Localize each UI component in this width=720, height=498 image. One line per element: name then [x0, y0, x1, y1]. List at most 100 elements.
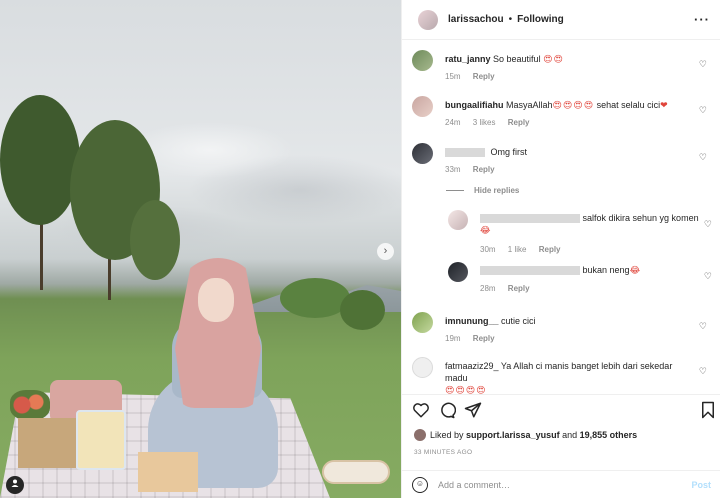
comment-body: cutie cici	[501, 316, 536, 326]
commenter-avatar[interactable]	[448, 210, 468, 230]
commenter-avatar[interactable]	[412, 143, 433, 164]
comment-time[interactable]: 24m	[445, 118, 461, 127]
hide-replies-button[interactable]: Hide replies	[446, 186, 519, 195]
likes-count[interactable]: 19,855 others	[580, 430, 638, 440]
person-face	[198, 278, 234, 322]
comment-username[interactable]: ratu_janny	[445, 54, 491, 64]
comment-username[interactable]: bungaalifiahu	[445, 100, 504, 110]
tree	[340, 290, 385, 330]
comment-meta: 28m Reply	[480, 284, 540, 293]
shoes	[322, 460, 390, 484]
post-button[interactable]: Post	[691, 480, 711, 490]
bookmark-icon[interactable]	[699, 401, 717, 419]
comment-text: imnunung__ cutie cici	[445, 315, 697, 327]
reply-button[interactable]: Reply	[473, 165, 495, 174]
comment: bungaalifiahu MasyaAllah😍😍😍😍 sehat selal…	[412, 96, 717, 132]
heart-icon[interactable]: ♡	[699, 105, 707, 116]
comment-username[interactable]: fatmaaziz29_	[445, 361, 499, 371]
comment-text: fatmaaziz29_ Ya Allah ci manis banget le…	[445, 360, 697, 396]
comment-meta: 19m Reply	[445, 334, 505, 343]
comment-emoji: 😂	[480, 225, 492, 235]
heart-icon[interactable]: ♡	[699, 366, 707, 377]
comment-text: ratu_janny So beautiful 😍😍	[445, 53, 697, 65]
chevron-right-icon[interactable]: ›	[377, 243, 394, 260]
liker-avatar[interactable]	[414, 429, 426, 441]
emoji-icon[interactable]: ☺	[412, 476, 428, 493]
heart-icon[interactable]: ♡	[704, 271, 712, 282]
comment-text: salfok dikira sehun yg komen 😂	[480, 212, 700, 236]
like-icon[interactable]	[412, 401, 430, 419]
comment-likes[interactable]: 1 like	[508, 245, 527, 254]
comment-likes[interactable]: 3 likes	[473, 118, 496, 127]
comment-meta: 24m 3 likes Reply	[445, 118, 540, 127]
comment-emoji-2: ❤	[660, 100, 669, 110]
commenter-avatar[interactable]	[448, 262, 468, 282]
add-comment-bar: ☺ Post	[402, 470, 720, 498]
comment-body-2: sehat selalu cici	[596, 100, 661, 110]
comments-panel: larissachou • Following ··· ratu_janny S…	[401, 0, 720, 498]
reply-button[interactable]: Reply	[508, 284, 530, 293]
commenter-avatar[interactable]	[412, 312, 433, 333]
hide-replies-label: Hide replies	[474, 186, 520, 195]
comment-emoji: 😍😍	[543, 54, 564, 64]
comment-username[interactable]: imnunung__	[445, 316, 499, 326]
reply-button[interactable]: Reply	[473, 334, 495, 343]
heart-icon[interactable]: ♡	[699, 59, 707, 70]
comment-time[interactable]: 33m	[445, 165, 461, 174]
post-photo[interactable]: ›	[0, 0, 401, 498]
comment-time[interactable]: 30m	[480, 245, 496, 254]
comment-input[interactable]	[438, 479, 692, 490]
liker-username[interactable]: support.larissa_yusuf	[466, 430, 560, 440]
comment-emoji: 😂	[629, 265, 642, 275]
heart-icon[interactable]: ♡	[704, 219, 712, 230]
comment-body: salfok dikira sehun yg komen	[582, 213, 699, 223]
liked-and-label: and	[562, 430, 578, 440]
heart-icon[interactable]: ♡	[699, 321, 707, 332]
author-avatar[interactable]	[418, 9, 438, 30]
comment-body: MasyaAllah	[506, 100, 553, 110]
comment-text: bukan neng😂	[480, 264, 700, 276]
heart-icon[interactable]: ♡	[699, 152, 707, 163]
wooden-tray	[18, 418, 76, 468]
action-bar	[402, 394, 720, 424]
reply-button[interactable]: Reply	[539, 245, 561, 254]
redacted-username	[480, 266, 580, 276]
reply-comment: bukan neng😂 28m Reply ♡	[448, 262, 718, 298]
comment-time[interactable]: 19m	[445, 334, 461, 343]
liked-by-label: Liked by	[430, 430, 464, 440]
comment-time[interactable]: 15m	[445, 72, 461, 81]
likes-summary: Liked by support.larissa_yusuf and 19,85…	[414, 429, 637, 441]
post-header: larissachou • Following ···	[402, 0, 720, 40]
comment: ratu_janny So beautiful 😍😍 15m Reply ♡	[412, 50, 717, 86]
comment-text: Omg first	[445, 146, 697, 158]
following-button[interactable]: Following	[517, 14, 564, 25]
comment-body: Omg first	[490, 147, 528, 157]
comment: Omg first 33m Reply ♡	[412, 143, 717, 179]
commenter-avatar[interactable]	[412, 357, 433, 378]
divider	[446, 190, 464, 191]
redacted-username	[445, 148, 485, 158]
comment-body: bukan neng	[582, 265, 630, 275]
comment-meta: 30m 1 like Reply	[480, 245, 571, 254]
share-icon[interactable]	[464, 401, 482, 419]
separator: •	[508, 14, 513, 25]
author-username[interactable]: larissachou	[448, 14, 504, 25]
user-tag-icon[interactable]	[6, 476, 24, 494]
more-icon[interactable]: ···	[694, 12, 710, 27]
redacted-username	[480, 214, 580, 224]
reply-button[interactable]: Reply	[508, 118, 530, 127]
comment-time[interactable]: 28m	[480, 284, 496, 293]
comment-body: So beautiful	[493, 54, 541, 64]
reply-button[interactable]: Reply	[473, 72, 495, 81]
gift-box	[138, 452, 198, 492]
comment-icon[interactable]	[438, 401, 456, 419]
tree	[130, 200, 180, 280]
snack-jar	[76, 410, 126, 470]
tree	[0, 95, 80, 225]
commenter-avatar[interactable]	[412, 96, 433, 117]
post-timestamp[interactable]: 33 MINUTES AGO	[414, 449, 472, 456]
comment-text: bungaalifiahu MasyaAllah😍😍😍😍 sehat selal…	[445, 99, 697, 111]
commenter-avatar[interactable]	[412, 50, 433, 71]
comment: imnunung__ cutie cici 19m Reply ♡	[412, 312, 717, 348]
flowers	[10, 390, 50, 420]
